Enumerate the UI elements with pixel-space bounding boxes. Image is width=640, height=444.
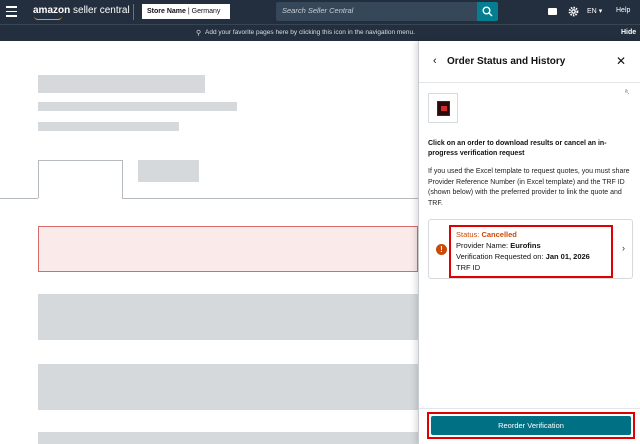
pin-icon: ⚲	[196, 30, 202, 37]
panel-title: Order Status and History	[447, 56, 566, 67]
skeleton-tab	[138, 160, 199, 182]
top-nav-bar: amazon seller central Store Name | Germa…	[0, 0, 640, 24]
panel-note: If you used the Excel template to reques…	[428, 168, 630, 207]
nav-divider	[133, 4, 134, 20]
skeleton-title	[38, 75, 205, 93]
chevron-left-icon[interactable]: ‹	[433, 55, 437, 67]
store-region: Germany	[191, 8, 221, 15]
close-icon[interactable]: ✕	[616, 54, 626, 68]
help-link[interactable]: Help	[616, 7, 630, 14]
seller-central-page: amazon seller central Store Name | Germa…	[0, 0, 640, 444]
tab-outline	[122, 160, 123, 198]
chevron-right-icon[interactable]: ›	[622, 243, 625, 253]
order-trf-id: TRF ID	[456, 263, 481, 272]
panel-header: ‹ Order Status and History ✕	[419, 41, 640, 83]
requested-label: Verification Requested on:	[456, 252, 544, 261]
order-status-panel: ‹ Order Status and History ✕ ᵃ. Click on…	[418, 41, 640, 444]
gear-icon[interactable]	[568, 6, 579, 17]
tab-underline	[0, 198, 38, 199]
tab-outline	[38, 160, 39, 198]
skeleton-row	[38, 364, 418, 410]
logo-smile-icon	[34, 16, 62, 20]
order-status: Status: Cancelled	[456, 230, 517, 239]
favorites-bar: ⚲ Add your favorite pages here by clicki…	[0, 24, 640, 41]
store-name: Store Name	[147, 8, 186, 15]
mail-icon[interactable]	[548, 8, 557, 15]
hide-button[interactable]: Hide	[621, 29, 636, 36]
store-selector[interactable]: Store Name | Germany	[142, 4, 230, 19]
alert-skeleton-box	[38, 226, 418, 272]
file-icon	[437, 101, 450, 116]
order-requested-date: Verification Requested on: Jan 01, 2026	[456, 252, 590, 261]
tab-outline	[38, 160, 122, 161]
tab-underline	[122, 198, 418, 199]
search-icon	[482, 6, 493, 17]
provider-label: Provider Name:	[456, 241, 509, 250]
amazon-seller-central-logo[interactable]: amazon seller central	[33, 5, 130, 20]
order-card[interactable]: ! Status: Cancelled Provider Name: Eurof…	[428, 219, 633, 279]
status-label: Status:	[456, 230, 480, 239]
chevron-down-icon: ▾	[598, 8, 603, 15]
logo-product: seller central	[73, 5, 130, 16]
panel-instruction: Click on an order to download results or…	[428, 140, 607, 157]
skeleton-row	[38, 294, 418, 340]
status-value: Cancelled	[481, 230, 517, 239]
logo-brand: amazon	[33, 5, 71, 16]
requested-value: Jan 01, 2026	[545, 252, 590, 261]
panel-footer: Reorder Verification	[419, 408, 640, 444]
skeleton-line	[38, 102, 237, 111]
order-provider: Provider Name: Eurofins	[456, 241, 541, 250]
search-button[interactable]	[477, 2, 498, 21]
expand-icon[interactable]: ᵃ.	[625, 89, 630, 96]
search-box[interactable]: Search Seller Central	[276, 2, 498, 21]
language-label: EN	[587, 8, 597, 15]
alert-icon: !	[436, 244, 447, 255]
main-content-skeleton	[0, 41, 418, 444]
favorites-message: Add your favorite pages here by clicking…	[205, 29, 415, 36]
search-input[interactable]: Search Seller Central	[282, 6, 353, 15]
reorder-verification-button[interactable]: Reorder Verification	[431, 416, 631, 435]
provider-value: Eurofins	[510, 241, 541, 250]
language-selector[interactable]: EN ▾	[587, 7, 602, 15]
skeleton-row	[38, 432, 418, 444]
skeleton-line	[38, 122, 179, 131]
document-thumbnail	[428, 93, 458, 123]
menu-icon[interactable]	[6, 6, 17, 17]
